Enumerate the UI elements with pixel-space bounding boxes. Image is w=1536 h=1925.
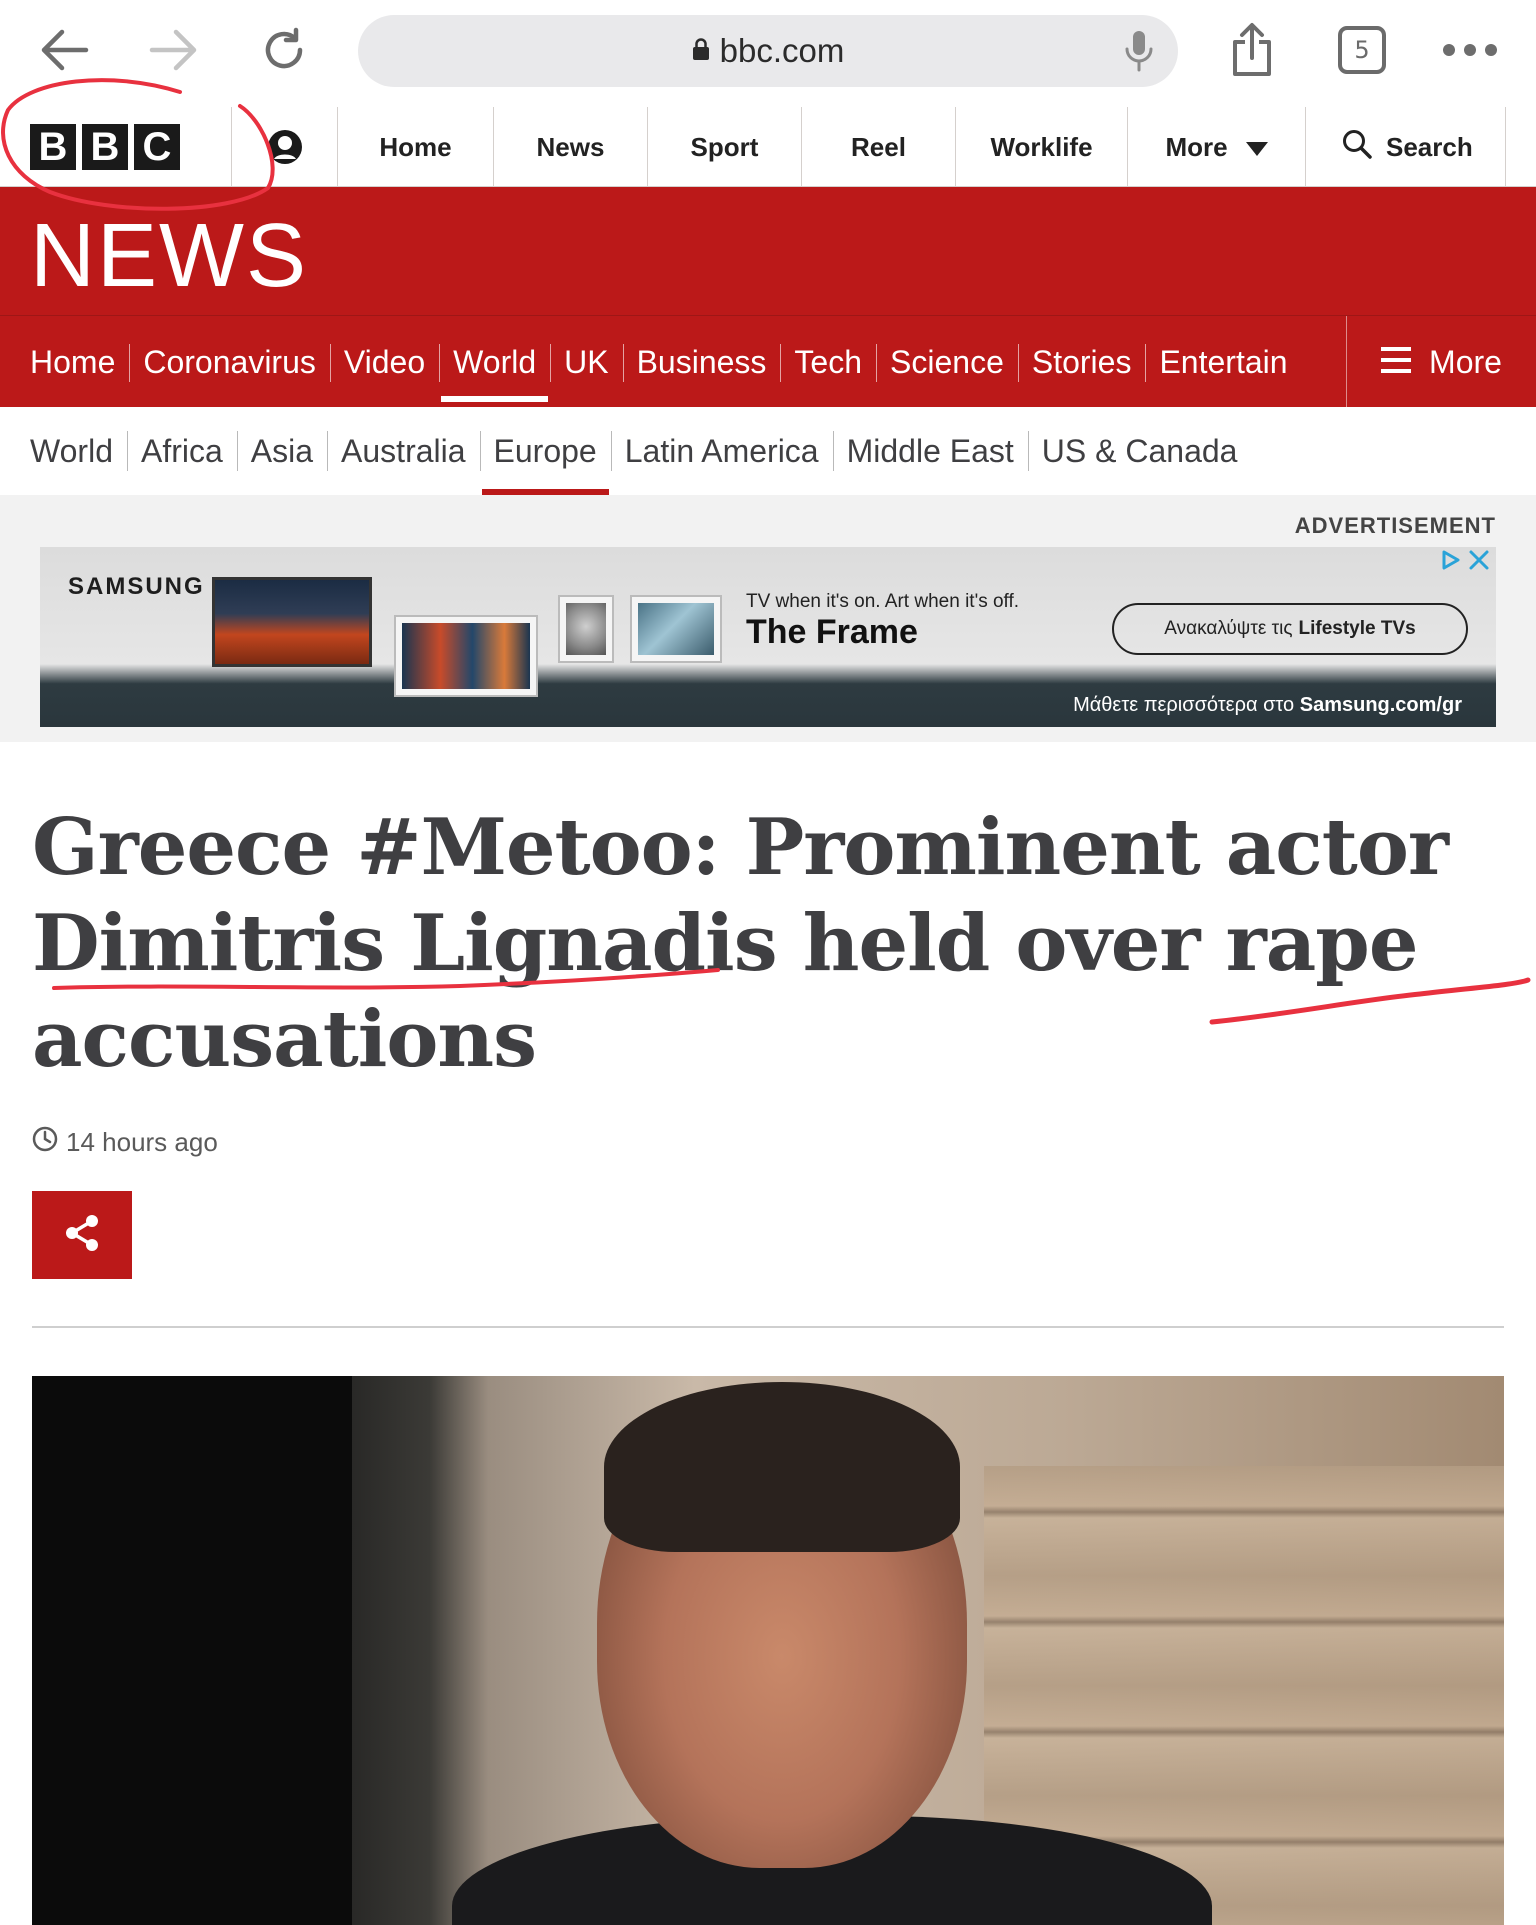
back-arrow-icon[interactable] [36,22,92,78]
ad-cta-text: Ανακαλύψτε τις [1164,618,1293,639]
section-nav-item-world[interactable]: World [439,316,550,408]
url-text: bbc.com [719,32,845,69]
global-nav-worklife[interactable]: Worklife [956,107,1128,187]
lock-icon [692,37,710,66]
advertisement-area: ADVERTISEMENT SAMSUNG TV when it's on. A… [0,495,1536,742]
section-nav-item-uk[interactable]: UK [550,316,622,408]
sub-nav-item-latin-america[interactable]: Latin America [610,407,833,495]
forward-arrow-icon[interactable] [146,22,202,78]
global-nav-sport[interactable]: Sport [648,107,802,187]
samsung-ad-banner[interactable]: SAMSUNG TV when it's on. Art when it's o… [40,547,1496,727]
global-nav-home[interactable]: Home [338,107,494,187]
ad-footer-link: Samsung.com/gr [1299,694,1462,716]
timestamp-text: 14 hours ago [66,1127,218,1157]
bbc-logo-letter: B [82,124,128,170]
address-bar[interactable]: bbc.com [358,15,1178,87]
share-button[interactable] [32,1191,132,1279]
ad-brand: SAMSUNG [68,573,205,600]
more-dots-icon[interactable] [1442,22,1498,78]
ad-footer[interactable]: Μάθετε περισσότερα στο Samsung.com/gr [1073,694,1462,717]
sub-nav-item-middle-east[interactable]: Middle East [832,407,1028,495]
section-nav-more[interactable]: More [1346,316,1536,408]
account-icon[interactable] [232,107,338,187]
search-icon [1342,129,1372,166]
sub-nav-item-europe[interactable]: Europe [479,407,611,495]
reload-icon[interactable] [256,22,312,78]
sub-nav: World Africa Asia Australia Europe Latin Amer… [0,407,1536,495]
ad-frame-image [630,595,722,663]
ad-tv-image [212,577,372,667]
article-photo [32,1376,1504,1925]
section-nav-item-stories[interactable]: Stories [1017,316,1146,408]
section-nav-item-coronavirus[interactable]: Coronavirus [129,316,330,408]
sub-nav-item-asia[interactable]: Asia [236,407,327,495]
advertisement-label: ADVERTISEMENT [1294,513,1496,538]
bbc-logo-letter: C [134,124,180,170]
ad-frame-image [394,615,538,697]
caret-down-icon [1245,132,1268,163]
global-nav-news[interactable]: News [494,107,648,187]
section-nav-item-tech[interactable]: Tech [780,316,876,408]
sub-nav-item-australia[interactable]: Australia [327,407,480,495]
global-nav-reel[interactable]: Reel [802,107,956,187]
article-headline: Greece #Metoo: Prominent actor Dimitris … [32,802,1449,1085]
bbc-global-nav: B B C Home News Sport Reel Worklife More… [0,107,1536,187]
ad-choices-icon[interactable] [1440,549,1462,576]
hamburger-icon [1381,344,1412,381]
clock-icon [32,1126,58,1159]
browser-toolbar: bbc.com 5 [0,0,1536,107]
sub-nav-item-africa[interactable]: Africa [126,407,237,495]
section-nav-item-entertain[interactable]: Entertain [1145,316,1301,408]
tab-count-button[interactable]: 5 [1338,26,1386,74]
close-icon[interactable] [1468,549,1490,576]
global-nav-more-label: More [1165,131,1228,162]
section-nav-item-business[interactable]: Business [622,316,781,408]
section-nav-item-home[interactable]: Home [16,316,129,408]
ad-footer-text: Μάθετε περισσότερα στο [1073,694,1295,716]
section-nav-more-label: More [1429,343,1502,380]
article-timestamp: 14 hours ago [32,1126,218,1159]
ad-cta-button[interactable]: Ανακαλύψτε τις Lifestyle TVs [1112,603,1468,655]
bbc-logo-letter: B [30,124,76,170]
ad-tagline-big: The Frame [746,613,918,651]
search-label: Search [1386,131,1473,162]
ad-cta-bold: Lifestyle TVs [1298,618,1416,639]
global-nav-search[interactable]: Search [1306,107,1506,187]
section-nav-item-video[interactable]: Video [329,316,439,408]
ad-choices[interactable] [1440,549,1490,576]
news-brand[interactable]: NEWS [30,205,308,308]
ad-tagline-small: TV when it's on. Art when it's off. [746,591,1020,612]
sub-nav-item-world[interactable]: World [16,407,127,495]
microphone-icon[interactable] [1124,29,1154,78]
news-header: NEWS [0,187,1536,315]
divider [32,1326,1504,1328]
section-nav-item-science[interactable]: Science [876,316,1018,408]
section-nav: Home Coronavirus Video World UK Business Tech S… [0,315,1536,408]
share-icon [62,1213,102,1258]
ad-frame-image [558,595,614,663]
bbc-logo[interactable]: B B C [0,107,232,187]
share-upload-icon[interactable] [1224,22,1280,78]
sub-nav-item-us-canada[interactable]: US & Canada [1027,407,1252,495]
global-nav-more[interactable]: More [1128,107,1306,187]
